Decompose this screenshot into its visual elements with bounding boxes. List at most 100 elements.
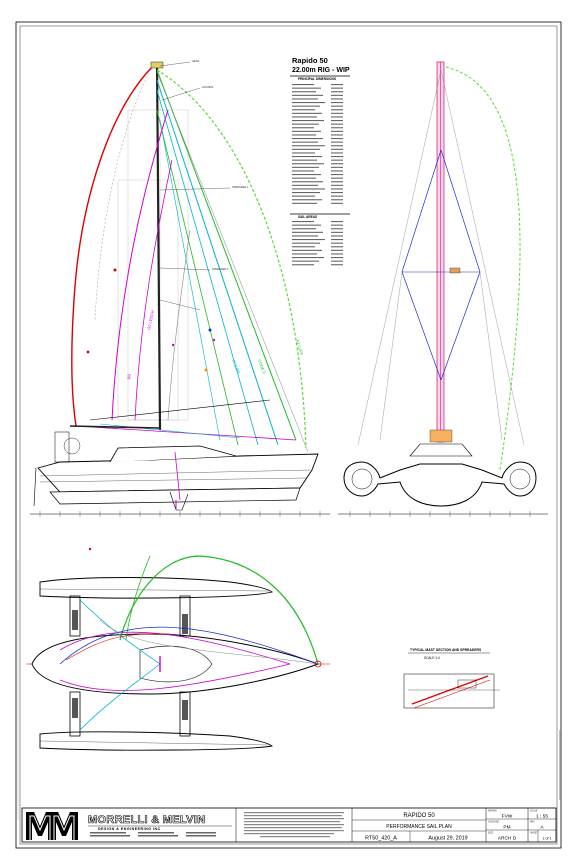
table-row-value <box>331 163 343 165</box>
table-row-value <box>331 260 343 262</box>
mast-section-scale: SCALE 1:4 <box>424 656 440 660</box>
table-row-value <box>331 202 343 204</box>
table-row-label <box>292 123 319 125</box>
sheet-size: ARCH D <box>498 836 517 842</box>
table-row-label <box>292 170 314 172</box>
table-row-label <box>292 195 315 197</box>
table-row-value <box>331 174 343 176</box>
table-row-label <box>292 228 316 230</box>
svg-text:HOUNDS: HOUNDS <box>202 85 214 89</box>
table-row-label <box>292 94 323 96</box>
table-row-label <box>292 235 318 237</box>
sail-areas-heading: SAIL AREAS <box>298 215 317 219</box>
table-row-value <box>331 159 343 161</box>
table-row-value <box>331 170 343 172</box>
table-row-value <box>331 148 343 150</box>
table-row-label <box>292 221 314 223</box>
table-row-value <box>331 120 343 122</box>
table-row-label <box>292 127 314 129</box>
table-row-value <box>331 246 343 248</box>
table-row-value <box>331 195 343 197</box>
table-row-value <box>331 152 343 154</box>
table-row-value <box>331 264 343 266</box>
table-row-label <box>292 249 322 251</box>
table-row-value <box>331 109 343 111</box>
table-row-label <box>292 91 316 93</box>
table-row-label <box>292 138 323 140</box>
table-row-label <box>292 260 319 262</box>
svg-text:SPREADER 2: SPREADER 2 <box>212 267 229 271</box>
table-row-value <box>331 188 343 190</box>
firm-subtitle: DESIGN & ENGINEERING INC <box>98 827 161 831</box>
table-row-label <box>292 105 320 107</box>
table-row-label <box>292 242 320 244</box>
table-row-value <box>331 235 343 237</box>
table-row-label <box>292 145 325 147</box>
table-row-value <box>331 224 343 226</box>
table-row-label <box>292 130 321 132</box>
table-row-value <box>331 98 343 100</box>
table-row-value <box>331 181 343 183</box>
table-row-value <box>331 123 343 125</box>
table-row-label <box>292 264 314 266</box>
mast-section-title: TYPICAL MAST SECTION AND SPREADERS <box>410 648 482 652</box>
table-row-value <box>331 112 343 114</box>
table-row-value <box>331 192 343 194</box>
drawing-number: RT50_420_A <box>365 836 397 842</box>
table-row-value <box>331 94 343 96</box>
table-row-value <box>331 184 343 186</box>
firm-name: MORRELLI & MELVIN <box>88 814 205 826</box>
scale-label: SCALE <box>530 810 538 813</box>
table-row-value <box>331 127 343 129</box>
table-row-label <box>292 141 318 143</box>
table-row-label <box>292 159 317 161</box>
svg-text:SPREADER 1: SPREADER 1 <box>232 185 249 189</box>
title-block: MORRELLI & MELVIN DESIGN & ENGINEERING I… <box>21 807 557 843</box>
table-row-label <box>292 134 316 136</box>
table-row-label <box>292 116 317 118</box>
table-row-label <box>292 163 324 165</box>
rev-label: REV <box>530 822 535 824</box>
table-row-label <box>292 224 321 226</box>
dimensions-heading: PRINCIPAL DIMENSIONS <box>298 77 336 81</box>
sail-plan-sheet: HEAD HOUNDS SPREADER 1 SPREADER 2 JIB G0… <box>0 0 579 866</box>
drawn-label: DRAWN <box>488 810 497 813</box>
sheet-number: 1 of 1 <box>543 837 552 841</box>
spec-subtitle: 22.00m RIG - WIP <box>292 67 350 74</box>
table-row-value <box>331 130 343 132</box>
checked-label: CHECKED <box>488 822 500 824</box>
table-row-value <box>331 166 343 168</box>
table-row-value <box>331 145 343 147</box>
table-row-label <box>292 253 317 255</box>
table-row-value <box>331 105 343 107</box>
table-row-value <box>331 221 343 223</box>
table-row-label <box>292 231 323 233</box>
table-row-label <box>292 246 315 248</box>
table-row-value <box>331 228 343 230</box>
table-row-value <box>331 156 343 158</box>
project-name: RAPIDO 50 <box>403 813 435 819</box>
table-row-label <box>292 112 322 114</box>
table-row-value <box>331 87 343 89</box>
table-row-label <box>292 177 316 179</box>
table-row-label <box>292 181 323 183</box>
table-row-value <box>331 257 343 259</box>
label-jib: JIB <box>126 373 132 380</box>
table-row-value <box>331 116 343 118</box>
table-row-label <box>292 148 320 150</box>
table-row-value <box>331 102 343 104</box>
table-row-value <box>331 84 343 86</box>
table-row-label <box>292 199 322 201</box>
table-row-value <box>331 249 343 251</box>
table-row-value <box>331 141 343 143</box>
svg-text:HEAD: HEAD <box>192 59 199 63</box>
table-row-label <box>292 87 321 89</box>
table-row-value <box>331 253 343 255</box>
table-row-value <box>331 242 343 244</box>
checked-by: PM <box>503 825 510 831</box>
table-row-label <box>292 102 325 104</box>
drawing-scale: 1 : 55 <box>536 814 548 820</box>
table-row-label <box>292 152 315 154</box>
table-row-label <box>292 184 318 186</box>
table-row-label <box>292 98 318 100</box>
